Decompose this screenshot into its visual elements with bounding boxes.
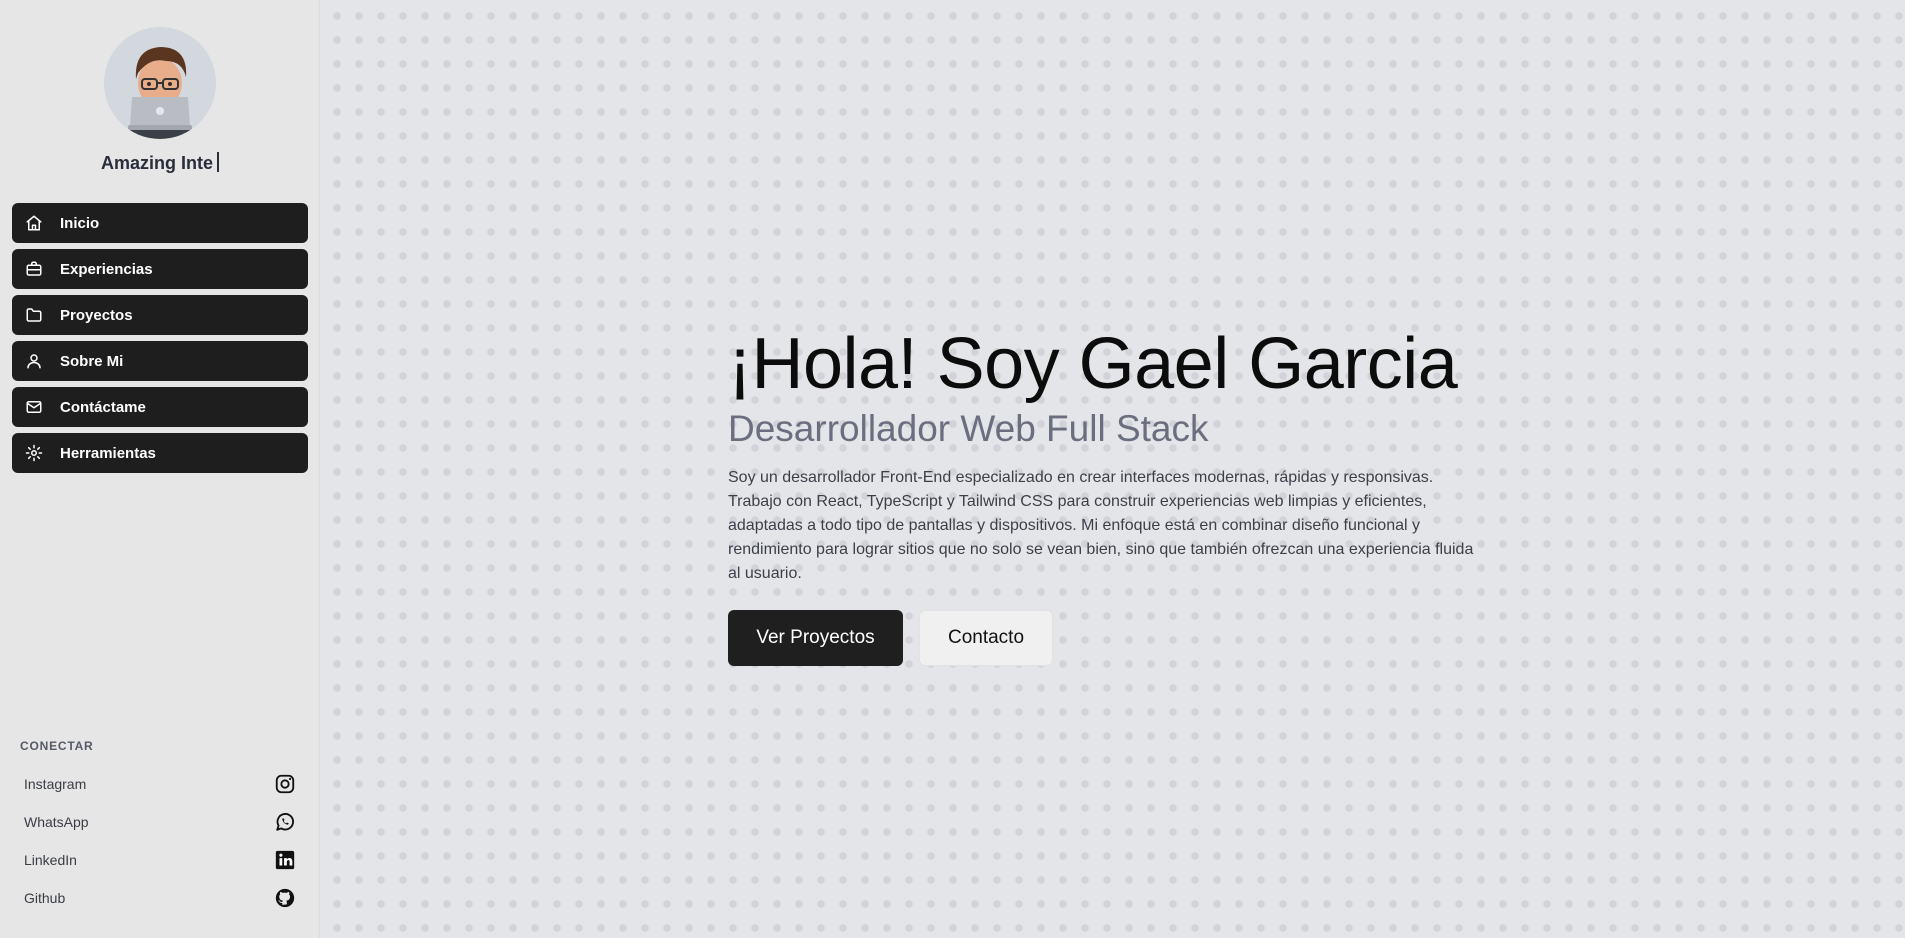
whatsapp-icon <box>274 811 296 833</box>
sidebar-item-label: Sobre Mi <box>60 352 124 370</box>
typing-text: Amazing Inte <box>0 152 320 174</box>
sidebar-item-contactame[interactable]: Contáctame <box>12 387 308 427</box>
sidebar: Amazing Inte Inicio Experiencias Proyect… <box>0 0 320 938</box>
contacto-button[interactable]: Contacto <box>919 610 1053 666</box>
sidebar-item-label: Contáctame <box>60 398 146 416</box>
sidebar-item-proyectos[interactable]: Proyectos <box>12 295 308 335</box>
sidebar-item-label: Proyectos <box>60 306 133 324</box>
instagram-icon <box>274 773 296 795</box>
briefcase-icon <box>25 260 43 278</box>
user-icon <box>25 352 43 370</box>
folder-icon <box>25 306 43 324</box>
typing-caret <box>217 152 219 172</box>
hero-section: ¡Hola! Soy Gael Garcia Desarrollador Web… <box>728 322 1488 666</box>
sidebar-item-label: Experiencias <box>60 260 153 278</box>
ver-proyectos-button[interactable]: Ver Proyectos <box>728 610 903 666</box>
avatar-illustration <box>104 27 216 139</box>
github-icon <box>274 887 296 909</box>
social-label: Instagram <box>24 776 87 792</box>
social-label: LinkedIn <box>24 852 77 868</box>
app-root: Amazing Inte Inicio Experiencias Proyect… <box>0 0 1905 938</box>
sidebar-item-experiencias[interactable]: Experiencias <box>12 249 308 289</box>
mail-icon <box>25 398 43 416</box>
avatar <box>104 27 216 139</box>
social-link-instagram[interactable]: Instagram <box>12 769 308 799</box>
social-link-github[interactable]: Github <box>12 883 308 913</box>
sidebar-nav: Inicio Experiencias Proyectos Sobre Mi C… <box>12 203 308 479</box>
social-link-whatsapp[interactable]: WhatsApp <box>12 807 308 837</box>
hero-title: ¡Hola! Soy Gael Garcia <box>728 324 1458 404</box>
typing-label: Amazing Inte <box>100 153 213 173</box>
home-icon <box>25 214 43 232</box>
sidebar-item-label: Inicio <box>60 214 100 232</box>
linkedin-icon <box>274 849 296 871</box>
sidebar-item-inicio[interactable]: Inicio <box>12 203 308 243</box>
hero-actions: Ver Proyectos Contacto <box>728 610 1488 666</box>
connect-title: CONECTAR <box>20 739 94 753</box>
sidebar-item-label: Herramientas <box>60 444 156 462</box>
sidebar-item-sobre-mi[interactable]: Sobre Mi <box>12 341 308 381</box>
social-label: Github <box>24 890 66 906</box>
sidebar-item-herramientas[interactable]: Herramientas <box>12 433 308 473</box>
hero-description: Soy un desarrollador Front-End especiali… <box>728 469 1474 582</box>
main-content: ¡Hola! Soy Gael Garcia Desarrollador Web… <box>320 0 1905 938</box>
hero-subtitle: Desarrollador Web Full Stack <box>728 408 1209 449</box>
social-link-linkedin[interactable]: LinkedIn <box>12 845 308 875</box>
gear-icon <box>25 444 43 462</box>
social-label: WhatsApp <box>24 814 89 830</box>
